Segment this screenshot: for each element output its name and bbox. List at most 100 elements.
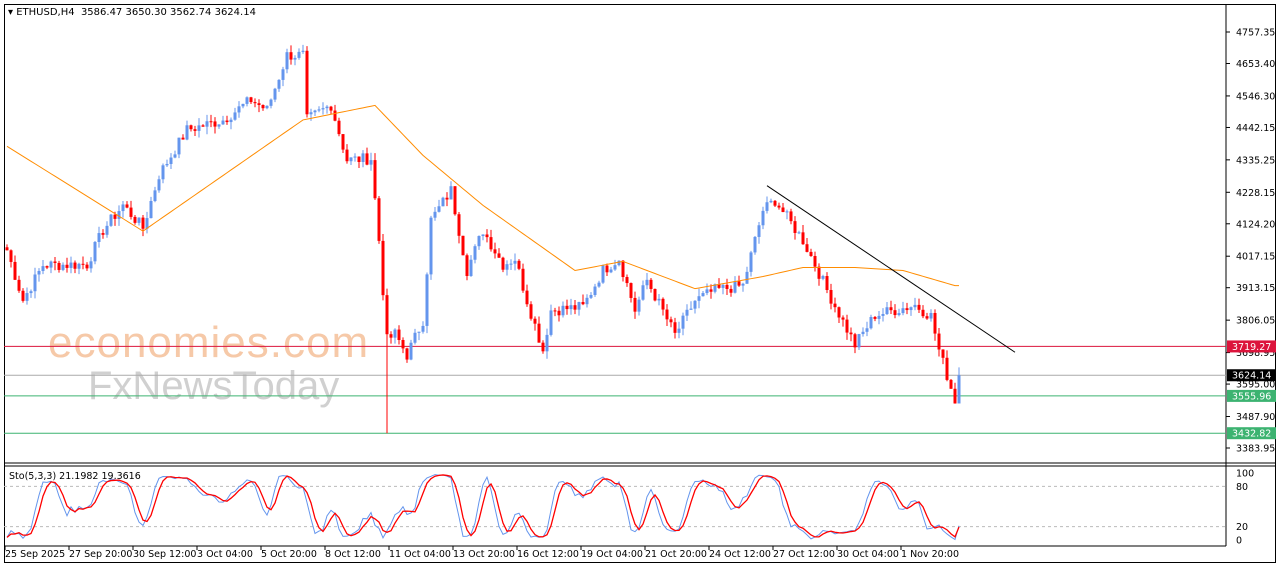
bear-candle (129, 207, 133, 217)
bear-candle (873, 317, 877, 319)
bear-candle (113, 214, 117, 219)
bull-candle (105, 225, 109, 235)
bull-candle (601, 265, 605, 283)
bull-candle (349, 157, 353, 162)
bear-candle (809, 251, 813, 257)
bull-candle (481, 234, 485, 237)
bull-candle (609, 269, 613, 273)
bull-candle (693, 300, 697, 309)
level-label: 3719.27 (1232, 342, 1271, 353)
bull-candle (741, 283, 745, 286)
x-tick-label: 11 Oct 04:00 (389, 549, 451, 560)
bull-candle (97, 233, 101, 242)
x-tick-label: 3 Oct 04:00 (197, 549, 253, 560)
bear-candle (381, 240, 385, 296)
bull-candle (865, 328, 869, 332)
trendline (766, 185, 1016, 353)
bull-candle (217, 124, 221, 127)
bull-candle (877, 315, 881, 319)
bear-candle (581, 302, 585, 305)
bull-candle (325, 106, 329, 109)
bear-candle (389, 334, 393, 338)
bull-candle (477, 236, 481, 247)
bear-candle (649, 279, 653, 289)
bull-candle (49, 261, 53, 268)
y-tick-label: 4124.20 (1236, 219, 1275, 230)
bull-candle (293, 57, 297, 60)
bear-candle (805, 244, 809, 252)
bear-candle (125, 204, 129, 208)
bear-candle (257, 103, 261, 106)
bear-candle (673, 322, 677, 333)
bull-candle (641, 285, 645, 300)
bear-candle (517, 260, 521, 269)
bear-candle (565, 305, 569, 310)
price-chart[interactable]: 4757.35 4653.40 4546.30 4442.15 4335.25 4228.… (0, 0, 1280, 567)
bull-candle (681, 315, 685, 329)
bear-candle (573, 305, 577, 310)
bear-candle (725, 284, 729, 289)
bull-candle (677, 328, 681, 333)
bull-candle (41, 266, 45, 271)
x-tick-label: 27 Oct 12:00 (773, 549, 835, 560)
bear-candle (457, 214, 461, 236)
bull-candle (173, 154, 177, 158)
y-tick-label: 4757.35 (1236, 28, 1275, 39)
y-tick-label: 3913.15 (1236, 283, 1275, 294)
bear-candle (193, 129, 197, 131)
bull-candle (245, 97, 249, 104)
level-label: 3624.14 (1232, 371, 1271, 382)
bear-candle (81, 263, 85, 265)
bear-candle (461, 235, 465, 256)
bull-candle (593, 286, 597, 295)
y-tick-label: 4546.30 (1236, 91, 1275, 102)
bull-candle (545, 334, 549, 352)
bull-candle (757, 225, 761, 237)
bear-candle (789, 211, 793, 222)
bear-candle (669, 319, 673, 323)
x-tick-label: 16 Oct 12:00 (517, 549, 579, 560)
bear-candle (557, 310, 561, 316)
bull-candle (177, 137, 181, 155)
stoch-label: Sto(5,3,3) 21.1982 19.3616 (9, 471, 141, 482)
bear-candle (57, 262, 61, 270)
stoch-k-line (6, 474, 960, 541)
bear-candle (201, 125, 205, 127)
bull-candle (657, 298, 661, 301)
bull-candle (157, 179, 161, 191)
bear-candle (329, 106, 333, 111)
bear-candle (249, 97, 253, 103)
bull-candle (61, 264, 65, 270)
bull-candle (821, 276, 825, 279)
bear-candle (849, 332, 853, 335)
bear-candle (729, 288, 733, 293)
bear-candle (253, 102, 257, 104)
bear-candle (773, 200, 777, 206)
bear-candle (493, 249, 497, 254)
x-tick-label: 25 Sep 2025 (5, 549, 65, 560)
bear-candle (921, 309, 925, 317)
bear-candle (213, 121, 217, 127)
bull-candle (577, 302, 581, 310)
bear-candle (661, 298, 665, 310)
bear-candle (189, 125, 193, 130)
bull-candle (721, 284, 725, 288)
bear-candle (365, 153, 369, 165)
bear-candle (893, 310, 897, 316)
level-label: 3432.82 (1232, 429, 1271, 440)
bear-candle (261, 105, 265, 109)
bull-candle (589, 294, 593, 298)
bull-candle (769, 200, 773, 203)
bear-candle (525, 290, 529, 305)
bear-candle (541, 342, 545, 352)
bull-candle (313, 110, 317, 113)
bear-candle (85, 264, 89, 269)
bull-candle (317, 109, 321, 111)
y-tick-label: 3487.90 (1236, 412, 1275, 423)
bear-candle (337, 120, 341, 135)
bull-candle (645, 279, 649, 286)
y-tick-label: 4017.15 (1236, 252, 1275, 263)
bear-candle (833, 303, 837, 308)
bull-candle (285, 52, 289, 70)
bull-candle (413, 332, 417, 343)
